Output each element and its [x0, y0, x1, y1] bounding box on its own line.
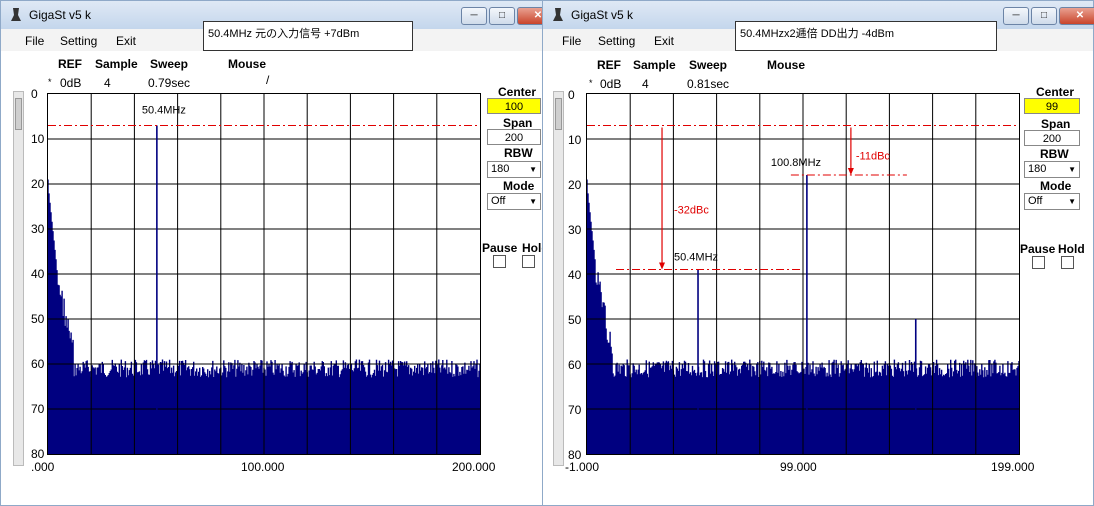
app-icon [553, 8, 563, 21]
spectrum-svg: 50.4MHz [48, 94, 480, 454]
annotation-label: -32dBc [674, 204, 709, 216]
ref-marker: * [48, 77, 52, 87]
menu-exit[interactable]: Exit [116, 34, 136, 48]
annotation-label: -11dBc [856, 150, 891, 162]
minimize-button[interactable]: ─ [461, 7, 487, 25]
mouse-value: / [266, 73, 270, 87]
sweep-value: 0.79sec [148, 76, 191, 90]
menu-file[interactable]: File [25, 34, 44, 48]
maximize-button[interactable]: □ [489, 7, 515, 25]
arrow-head-icon [847, 168, 854, 175]
window-title: GigaSt v5 k [571, 8, 634, 22]
menu-setting[interactable]: Setting [598, 34, 635, 48]
maximize-icon: □ [1040, 10, 1048, 21]
mode-label: Mode [1040, 179, 1072, 193]
y-scrollbar[interactable] [13, 91, 24, 466]
hold-label: Hold [1058, 242, 1085, 256]
rbw-label: RBW [504, 146, 533, 160]
maximize-icon: □ [498, 10, 506, 21]
mouse-label: Mouse [767, 58, 806, 72]
x-tick: 99.000 [780, 460, 817, 474]
mode-value: Off [1028, 195, 1043, 207]
ref-label: REF [58, 57, 82, 71]
pause-label: Pause [1020, 242, 1056, 256]
chevron-down-icon: ▼ [1068, 165, 1076, 174]
left-window: GigaSt v5 k ─ □ ✕ File Setting Exit 50.4… [0, 0, 559, 506]
chevron-down-icon: ▼ [1068, 197, 1076, 206]
app-icon [11, 8, 21, 21]
center-input[interactable]: 100 [487, 98, 541, 114]
menu-exit[interactable]: Exit [654, 34, 674, 48]
x-tick: -1.000 [565, 460, 600, 474]
chevron-down-icon: ▼ [529, 197, 537, 206]
y-scrollbar[interactable] [553, 91, 564, 466]
arrow-head-icon [659, 262, 666, 270]
peak-label: 50.4MHz [142, 105, 186, 117]
window-title: GigaSt v5 k [29, 8, 92, 22]
span-input[interactable]: 200 [1024, 130, 1080, 146]
x-tick: 200.000 [452, 460, 496, 474]
sweep-value: 0.81sec [687, 77, 730, 91]
pause-label: Pause [482, 241, 518, 255]
rbw-value: 180 [491, 163, 510, 175]
span-label: Span [503, 116, 533, 130]
spectrum-svg: -11dBc -32dBc 100.8MHz 50.4MHz [587, 94, 1019, 454]
menu-file[interactable]: File [562, 34, 581, 48]
spectrum-plot[interactable]: 50.4MHz [47, 93, 481, 455]
sample-value: 4 [104, 76, 111, 90]
rbw-select[interactable]: 180 ▼ [487, 161, 541, 178]
ref-label: REF [597, 58, 621, 72]
sweep-label: Sweep [150, 57, 189, 71]
close-icon: ✕ [1075, 10, 1085, 21]
mode-select[interactable]: Off ▼ [1024, 193, 1080, 210]
mode-value: Off [491, 195, 506, 207]
sample-label: Sample [633, 58, 676, 72]
annotation-note: 50.4MHz 元の入力信号 +7dBm [203, 21, 413, 51]
ref-value: 0dB [600, 77, 622, 91]
chevron-down-icon: ▼ [529, 165, 537, 174]
mode-label: Mode [503, 179, 535, 193]
scroll-thumb[interactable] [15, 98, 22, 130]
ref-marker: * [589, 78, 593, 88]
minimize-icon: ─ [1012, 10, 1020, 21]
x-tick: 100.000 [241, 460, 285, 474]
minimize-icon: ─ [470, 10, 478, 21]
pause-checkbox[interactable] [1032, 256, 1045, 269]
scroll-thumb[interactable] [555, 98, 562, 130]
mouse-label: Mouse [228, 57, 267, 71]
span-label: Span [1041, 117, 1071, 131]
sample-label: Sample [95, 57, 138, 71]
hold-checkbox[interactable] [522, 255, 535, 268]
ref-value: 0dB [60, 76, 82, 90]
center-label: Center [1036, 85, 1075, 99]
mode-select[interactable]: Off ▼ [487, 193, 541, 210]
menu-setting[interactable]: Setting [60, 34, 97, 48]
center-label: Center [498, 85, 537, 99]
right-window: GigaSt v5 k ─ □ ✕ File Setting Exit 50.4… [542, 0, 1094, 506]
minimize-button[interactable]: ─ [1003, 7, 1029, 25]
maximize-button[interactable]: □ [1031, 7, 1057, 25]
sweep-label: Sweep [689, 58, 728, 72]
spectrum-plot[interactable]: -11dBc -32dBc 100.8MHz 50.4MHz [586, 93, 1020, 455]
rbw-select[interactable]: 180 ▼ [1024, 161, 1080, 178]
annotation-note: 50.4MHzx2逓倍 DD出力 -4dBm [735, 21, 997, 51]
x-tick: 199.000 [991, 460, 1035, 474]
rbw-label: RBW [1040, 147, 1069, 161]
sample-value: 4 [642, 77, 649, 91]
rbw-value: 180 [1028, 163, 1047, 175]
center-input[interactable]: 99 [1024, 98, 1080, 114]
pause-checkbox[interactable] [493, 255, 506, 268]
close-icon: ✕ [533, 10, 543, 21]
hold-checkbox[interactable] [1061, 256, 1074, 269]
peak-label: 50.4MHz [674, 252, 718, 264]
close-button[interactable]: ✕ [1059, 7, 1094, 25]
span-input[interactable]: 200 [487, 129, 541, 145]
x-tick: .000 [31, 460, 55, 474]
peak-label: 100.8MHz [771, 157, 821, 169]
